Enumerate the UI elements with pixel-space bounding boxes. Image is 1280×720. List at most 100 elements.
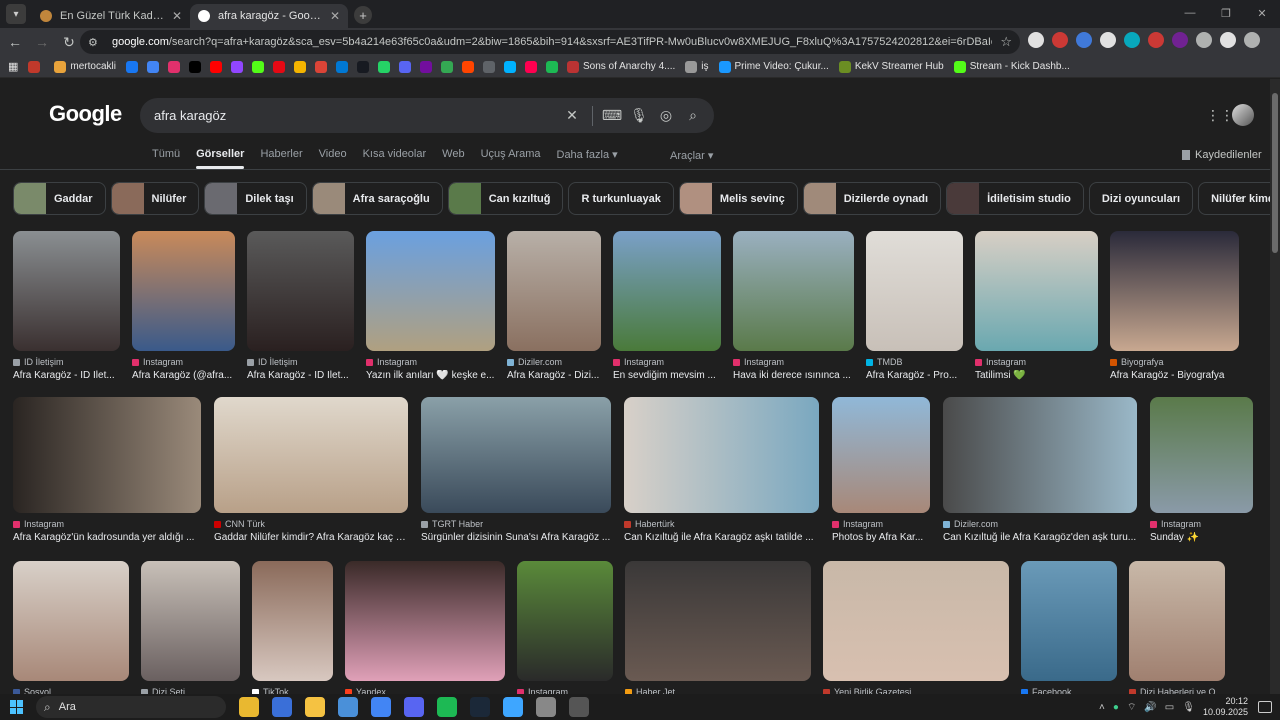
image-result[interactable]: Instagram Afra Karagöz (@afra...: [132, 231, 235, 381]
clear-icon[interactable]: ✕: [559, 103, 585, 129]
address-bar[interactable]: ⚙ google.com/search?q=afra+karagöz&sca_e…: [80, 30, 1020, 54]
tab-7[interactable]: Daha fazla ▾: [557, 148, 618, 161]
extension-icon[interactable]: [1124, 32, 1140, 48]
image-result[interactable]: Yandex: [345, 561, 505, 694]
result-caption[interactable]: Afra Karagöz - Dizi...: [507, 370, 601, 381]
image-result[interactable]: Instagram Sunday ✨: [1150, 397, 1253, 543]
result-caption[interactable]: Sunday ✨: [1150, 532, 1253, 543]
image-result[interactable]: Yeni Birlik Gazetesi: [823, 561, 1009, 694]
taskbar-app-icon[interactable]: [470, 697, 490, 717]
extension-icon[interactable]: [1244, 32, 1260, 48]
battery-icon[interactable]: ▭: [1165, 702, 1174, 713]
browser-tab[interactable]: afra karagöz - Google'da Ara ✕: [190, 4, 348, 28]
bookmark-favicon-icon[interactable]: [461, 60, 474, 73]
taskbar-app-icon[interactable]: [569, 697, 589, 717]
extension-icon[interactable]: [1052, 32, 1068, 48]
image-result[interactable]: Instagram Afra Karagöz'ün kadrosunda yer …: [13, 397, 201, 543]
bookmark-favicon-icon[interactable]: [503, 60, 516, 73]
taskbar-app-icon[interactable]: [272, 697, 292, 717]
result-thumbnail[interactable]: [866, 231, 963, 351]
related-search-chip[interactable]: Nilüfer: [110, 182, 200, 215]
bookmark-item[interactable]: KekV Streamer Hub: [838, 60, 944, 73]
result-source[interactable]: Instagram: [366, 357, 495, 367]
windows-start-icon[interactable]: [10, 700, 24, 714]
image-result[interactable]: TGRT Haber Sürgünler dizisinin Suna'sı Af…: [421, 397, 611, 543]
taskbar-app-icon[interactable]: [536, 697, 556, 717]
result-thumbnail[interactable]: [823, 561, 1009, 681]
close-window-icon[interactable]: ✕: [1244, 0, 1280, 26]
google-apps-icon[interactable]: ⋮⋮: [1206, 107, 1234, 124]
extension-icon[interactable]: [1172, 32, 1188, 48]
microphone-icon[interactable]: 🎙: [626, 103, 652, 129]
result-source[interactable]: Haber Jet: [625, 687, 811, 694]
result-caption[interactable]: En sevdiğim mevsim ...: [613, 370, 721, 381]
search-input[interactable]: afra karagöz: [154, 108, 559, 123]
google-logo[interactable]: Google: [49, 101, 122, 127]
bookmark-favicon-icon[interactable]: [524, 60, 537, 73]
image-result[interactable]: Dizi Haberleri ve O...: [1129, 561, 1225, 694]
bookmark-item[interactable]: Prime Video: Çukur...: [718, 60, 829, 73]
bookmark-favicon-icon[interactable]: [440, 60, 453, 73]
result-thumbnail[interactable]: [507, 231, 601, 351]
saved-button[interactable]: Kaydedilenler: [1182, 149, 1262, 161]
result-thumbnail[interactable]: [975, 231, 1098, 351]
result-thumbnail[interactable]: [345, 561, 505, 681]
extension-icon[interactable]: [1196, 32, 1212, 48]
result-source[interactable]: Sosyol: [13, 687, 129, 694]
bookmark-favicon-icon[interactable]: [356, 60, 369, 73]
result-thumbnail[interactable]: [943, 397, 1137, 513]
notification-icon[interactable]: [1258, 701, 1272, 713]
result-source[interactable]: Instagram: [613, 357, 721, 367]
result-thumbnail[interactable]: [517, 561, 613, 681]
close-tab-icon[interactable]: ✕: [330, 9, 340, 23]
result-caption[interactable]: Hava iki derece ısınınca ...: [733, 370, 854, 381]
result-source[interactable]: Habertürk: [624, 519, 819, 529]
mic-tray-icon[interactable]: 🎙: [1182, 702, 1195, 713]
extension-icon[interactable]: [1220, 32, 1236, 48]
browser-tab[interactable]: En Güzel Türk Kadını (256 Kişi) ✕: [32, 4, 190, 28]
related-search-chip[interactable]: Dizilerde oynadı: [802, 182, 942, 215]
result-source[interactable]: Instagram: [132, 357, 235, 367]
bookmark-favicon-icon[interactable]: [398, 60, 411, 73]
image-result[interactable]: TMDB Afra Karagöz - Pro...: [866, 231, 963, 381]
result-thumbnail[interactable]: [366, 231, 495, 351]
taskbar-search[interactable]: ⌕ Ara: [36, 696, 226, 718]
bookmark-favicon-icon[interactable]: [251, 60, 264, 73]
result-source[interactable]: Yeni Birlik Gazetesi: [823, 687, 1009, 694]
image-result[interactable]: Habertürk Can Kızıltuğ ile Afra Karagöz a…: [624, 397, 819, 543]
bookmark-favicon-icon[interactable]: [188, 60, 201, 73]
bookmark-star-icon[interactable]: ☆: [1000, 34, 1012, 50]
reload-button[interactable]: ↻: [57, 30, 81, 54]
bookmark-item[interactable]: mertocakli: [54, 60, 116, 73]
result-caption[interactable]: Photos by Afra Kar...: [832, 532, 930, 543]
image-result[interactable]: ID İletişim Afra Karagöz - ID İlet...: [247, 231, 354, 381]
result-source[interactable]: Instagram: [517, 687, 613, 694]
result-source[interactable]: Facebook: [1021, 687, 1117, 694]
image-result[interactable]: ID İletişim Afra Karagöz - ID İlet...: [13, 231, 120, 381]
image-result[interactable]: CNN Türk Gaddar Nilüfer kimdir? Afra Kara…: [214, 397, 408, 543]
bookmark-favicon-icon[interactable]: [482, 60, 495, 73]
network-icon[interactable]: ●: [1113, 702, 1119, 713]
result-source[interactable]: CNN Türk: [214, 519, 408, 529]
tab-1[interactable]: Görseller: [196, 148, 245, 169]
result-thumbnail[interactable]: [13, 561, 129, 681]
apps-grid-icon[interactable]: ▦: [8, 60, 18, 73]
related-search-chip[interactable]: Melis sevinç: [678, 182, 798, 215]
bookmark-favicon-icon[interactable]: [146, 60, 159, 73]
result-thumbnail[interactable]: [1129, 561, 1225, 681]
bookmark-favicon-icon[interactable]: [377, 60, 390, 73]
result-source[interactable]: Dizi Haberleri ve O...: [1129, 687, 1225, 694]
bookmark-favicon-icon[interactable]: [293, 60, 306, 73]
clock[interactable]: 20:12 10.09.2025: [1203, 696, 1248, 718]
wifi-icon[interactable]: ⌔: [1127, 701, 1136, 714]
image-result[interactable]: Haber Jet: [625, 561, 811, 694]
page-scrollbar[interactable]: [1270, 79, 1280, 694]
bookmark-favicon-icon[interactable]: [335, 60, 348, 73]
result-thumbnail[interactable]: [625, 561, 811, 681]
bookmark-favicon-icon[interactable]: [545, 60, 558, 73]
result-source[interactable]: Diziler.com: [507, 357, 601, 367]
account-avatar[interactable]: [1232, 104, 1254, 126]
result-caption[interactable]: Afra Karagöz'ün kadrosunda yer aldığı ..…: [13, 532, 201, 543]
new-tab-button[interactable]: +: [354, 6, 372, 24]
tools-menu[interactable]: Araçlar ▾: [670, 149, 713, 162]
